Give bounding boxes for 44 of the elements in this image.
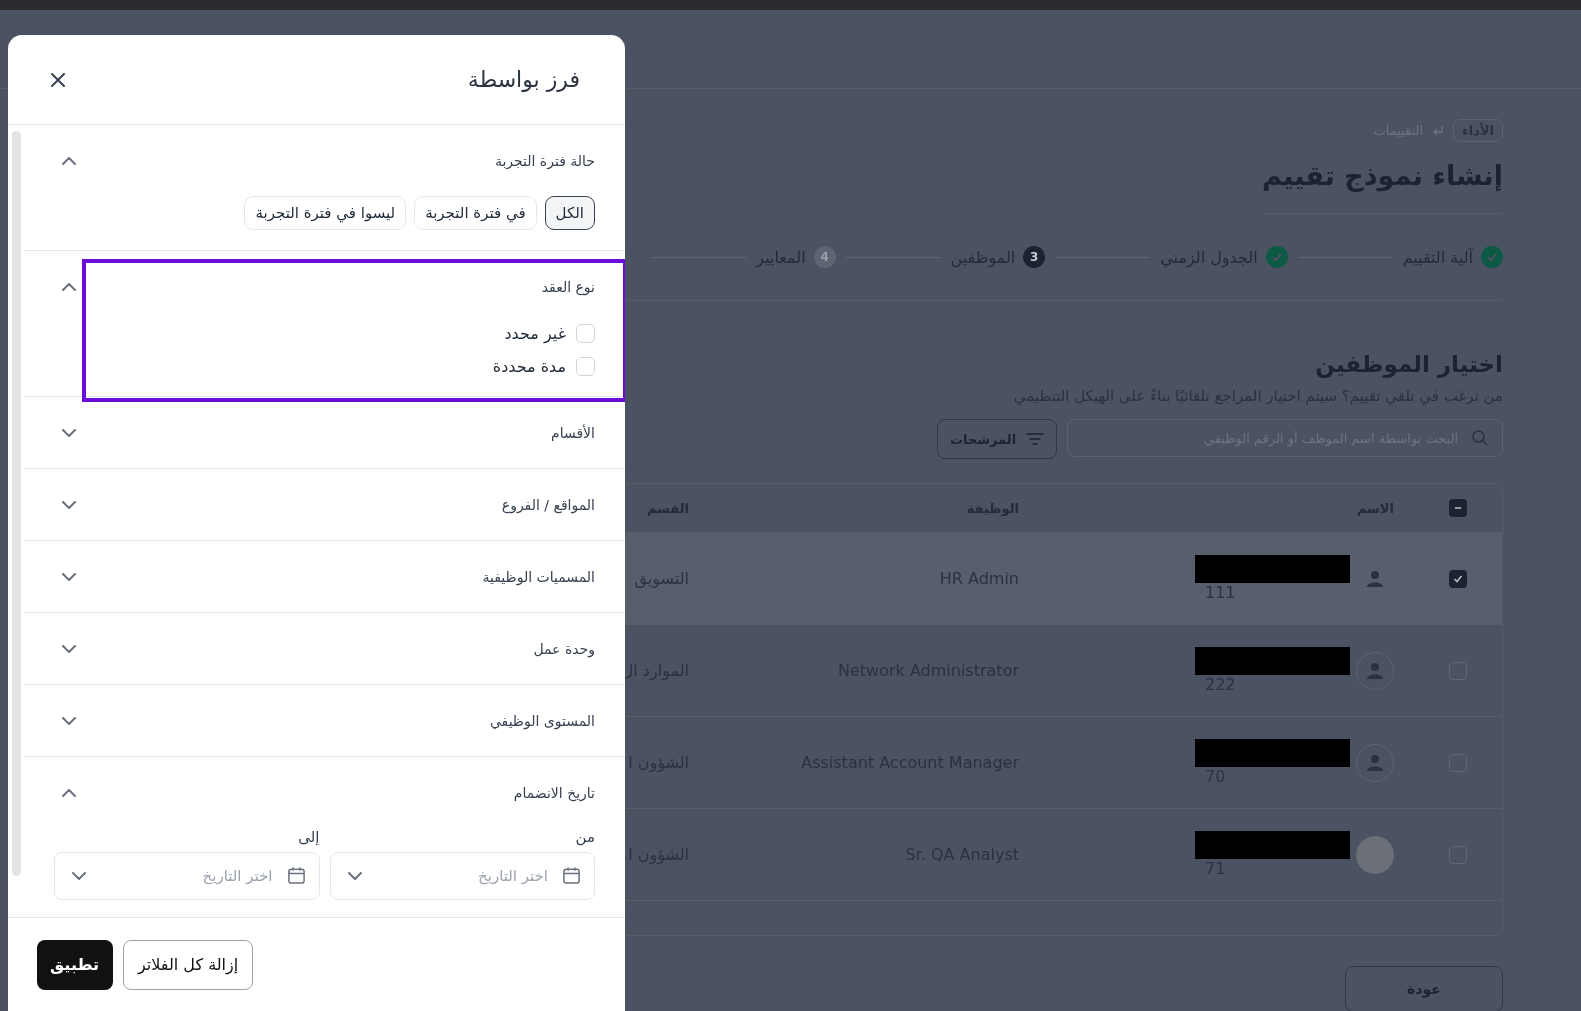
field-label: من xyxy=(574,828,595,846)
filter-group-title[interactable]: حالة فترة التجربة xyxy=(494,152,595,169)
chevron-down-icon[interactable] xyxy=(62,644,76,653)
filter-icon xyxy=(1026,432,1045,446)
calendar-icon xyxy=(562,866,581,885)
chevron-up-icon[interactable] xyxy=(62,282,76,291)
chevron-up-icon[interactable] xyxy=(62,788,76,797)
return-arrow-icon xyxy=(1431,123,1446,138)
checkmark-icon xyxy=(1453,573,1463,584)
minus-icon xyxy=(1454,506,1462,510)
drawer-title: فرز بواسطة xyxy=(467,67,580,92)
scrollbar[interactable] xyxy=(11,131,21,876)
chevron-down-icon[interactable] xyxy=(62,572,76,581)
checkbox-label: غير محدد xyxy=(504,324,566,343)
calendar-icon xyxy=(286,866,306,885)
chevron-down-icon[interactable] xyxy=(347,872,362,880)
filter-option[interactable]: الكل xyxy=(544,196,595,230)
chevron-up-icon[interactable] xyxy=(62,156,76,165)
filter-option[interactable]: ليسوا في فترة التجربة xyxy=(244,196,407,230)
filter-group-title[interactable]: وحدة عمل xyxy=(533,640,595,657)
chevron-down-icon[interactable] xyxy=(62,716,76,725)
filter-group-title[interactable]: نوع العقد xyxy=(541,278,595,295)
step-number: 3 xyxy=(1023,246,1046,268)
search-icon xyxy=(1471,429,1489,447)
clear-filters-button[interactable]: إزالة كل الفلاتر xyxy=(123,939,254,990)
filter-group-title[interactable]: المواقع / الفروع xyxy=(501,496,595,513)
date-field[interactable]: اختر التاريخ xyxy=(329,852,595,900)
filter-group-title[interactable]: المسميات الوظيفية xyxy=(482,568,595,585)
filter-group-title[interactable]: تاريخ الانضمام xyxy=(513,784,595,801)
filter-group-title[interactable]: الأقسام xyxy=(551,424,595,441)
apply-button[interactable]: تطبيق xyxy=(37,939,113,990)
close-icon[interactable] xyxy=(50,71,66,88)
chevron-down-icon[interactable] xyxy=(62,500,76,509)
checkbox[interactable] xyxy=(1449,499,1467,517)
filter-group-title[interactable]: المستوى الوظيفي xyxy=(489,712,595,729)
step-number: 4 xyxy=(813,246,836,268)
chevron-down-icon[interactable] xyxy=(72,872,86,880)
field-label: إلى xyxy=(297,828,320,846)
filter-option[interactable]: في فترة التجربة xyxy=(414,196,537,230)
photo-placeholder xyxy=(1356,835,1394,874)
chevron-down-icon[interactable] xyxy=(62,428,76,437)
date-field[interactable]: اختر التاريخ xyxy=(54,852,320,900)
checkbox-label: مدة محددة xyxy=(492,357,566,376)
checkbox[interactable] xyxy=(1449,569,1467,588)
